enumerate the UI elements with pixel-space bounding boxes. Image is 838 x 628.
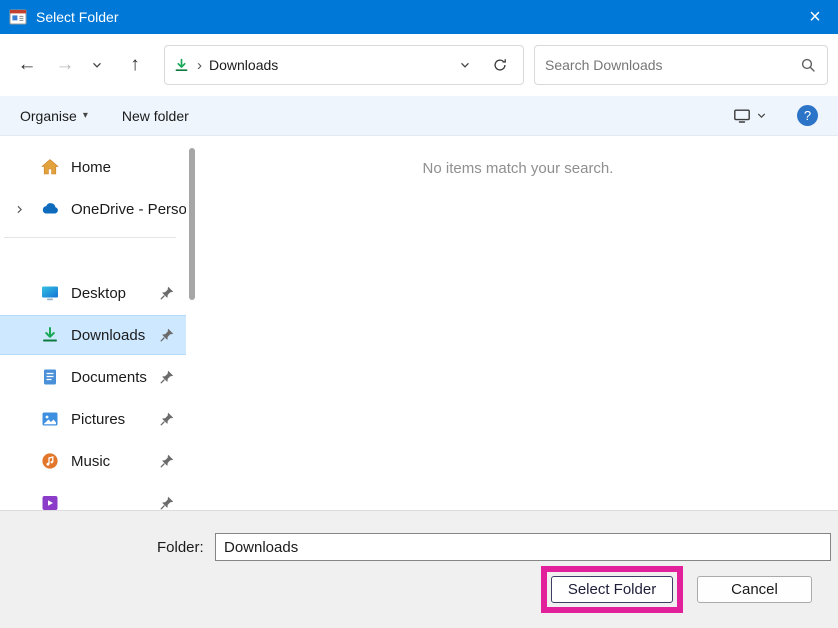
sidebar-item-label: Downloads xyxy=(71,327,145,344)
app-icon xyxy=(9,8,27,26)
organise-caret-icon: ▾ xyxy=(83,110,88,121)
navigation-bar: ← → ↑ › Downloads xyxy=(0,34,838,96)
search-box xyxy=(534,45,828,85)
sidebar-separator xyxy=(4,237,176,238)
dialog-footer: Folder: Select Folder Cancel xyxy=(0,510,838,628)
refresh-icon[interactable] xyxy=(485,50,515,80)
breadcrumb-location[interactable]: Downloads xyxy=(209,57,278,73)
address-dropdown-icon[interactable] xyxy=(452,50,478,80)
toolbar-right: ? xyxy=(733,105,818,126)
sidebar-item-label: Music xyxy=(71,453,110,470)
organise-button[interactable]: Organise ▾ xyxy=(20,108,88,124)
sidebar-item-home[interactable]: Home xyxy=(0,148,186,186)
sidebar-item-documents[interactable]: Documents xyxy=(0,358,186,396)
titlebar: Select Folder × xyxy=(0,0,838,34)
navigation-pane: Home OneDrive - Perso Desktop xyxy=(0,136,186,510)
downloads-location-icon xyxy=(173,57,190,74)
sidebar-item-label: Desktop xyxy=(71,285,126,302)
up-button[interactable]: ↑ xyxy=(116,46,154,84)
sidebar-item-label: Documents xyxy=(71,369,147,386)
cancel-button[interactable]: Cancel xyxy=(697,576,812,603)
music-icon xyxy=(40,451,60,471)
organise-label: Organise xyxy=(20,108,77,124)
sidebar-item-onedrive[interactable]: OneDrive - Perso xyxy=(0,190,186,228)
help-button[interactable]: ? xyxy=(797,105,818,126)
sidebar-item-label: OneDrive - Perso xyxy=(71,201,186,218)
view-options-button[interactable] xyxy=(733,107,767,125)
search-input[interactable] xyxy=(545,57,800,73)
desktop-icon xyxy=(40,283,60,303)
view-options-chevron-icon xyxy=(756,110,767,121)
file-list-pane[interactable]: No items match your search. xyxy=(198,136,838,510)
breadcrumb-chevron-icon: › xyxy=(197,57,202,74)
command-toolbar: Organise ▾ New folder ? xyxy=(0,96,838,136)
pin-icon xyxy=(159,453,175,469)
sidebar-scrollbar[interactable] xyxy=(186,136,198,510)
pin-icon xyxy=(159,285,175,301)
pin-icon xyxy=(159,327,175,343)
documents-icon xyxy=(40,367,60,387)
annotation-highlight-box: Select Folder xyxy=(541,566,683,613)
pin-icon xyxy=(159,411,175,427)
scrollbar-thumb[interactable] xyxy=(189,148,195,300)
search-icon[interactable] xyxy=(800,57,817,74)
back-button[interactable]: ← xyxy=(8,46,46,84)
sidebar-item-music[interactable]: Music xyxy=(0,442,186,480)
videos-icon xyxy=(40,493,60,510)
new-folder-button[interactable]: New folder xyxy=(122,108,189,124)
onedrive-icon xyxy=(40,199,60,219)
folder-label: Folder: xyxy=(157,539,204,556)
sidebar-item-pictures[interactable]: Pictures xyxy=(0,400,186,438)
folder-name-input[interactable] xyxy=(215,533,831,561)
select-folder-dialog: Select Folder × ← → ↑ › Downloads xyxy=(0,0,838,628)
monitor-icon xyxy=(733,107,751,125)
pin-icon xyxy=(159,495,175,510)
empty-state-message: No items match your search. xyxy=(198,160,838,177)
pictures-icon xyxy=(40,409,60,429)
close-button[interactable]: × xyxy=(792,0,838,34)
window-title: Select Folder xyxy=(36,9,118,25)
sidebar-item-label: Pictures xyxy=(71,411,125,428)
downloads-icon xyxy=(40,325,60,345)
sidebar-item-downloads[interactable]: Downloads xyxy=(0,316,186,354)
sidebar-item-videos-partial[interactable] xyxy=(0,484,186,510)
home-icon xyxy=(40,157,60,177)
dialog-body: Home OneDrive - Perso Desktop xyxy=(0,136,838,510)
address-bar[interactable]: › Downloads xyxy=(164,45,524,85)
select-folder-button[interactable]: Select Folder xyxy=(551,576,673,603)
sidebar-item-desktop[interactable]: Desktop xyxy=(0,274,186,312)
expand-chevron-icon[interactable] xyxy=(14,204,40,215)
sidebar-item-label: Home xyxy=(71,159,111,176)
pin-icon xyxy=(159,369,175,385)
forward-button[interactable]: → xyxy=(46,46,84,84)
new-folder-label: New folder xyxy=(122,108,189,124)
history-chevron-icon[interactable] xyxy=(84,46,110,84)
